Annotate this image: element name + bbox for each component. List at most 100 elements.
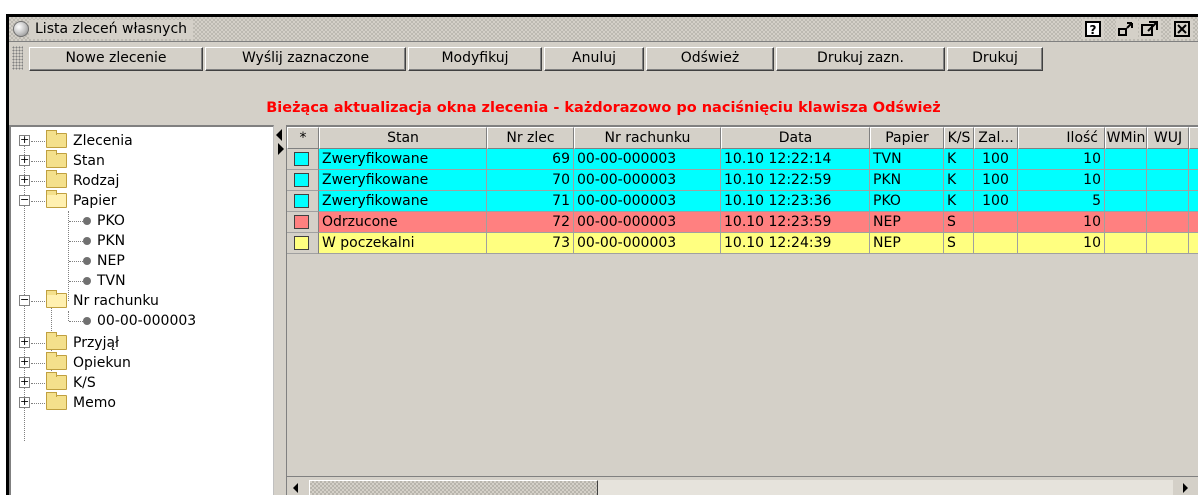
column-header-ks[interactable]: K/S: [944, 127, 974, 149]
cell-nr-zlec[interactable]: 71: [487, 191, 574, 212]
row-indicator[interactable]: [287, 191, 319, 212]
cell-zal[interactable]: [974, 212, 1018, 233]
cell-nr-rachunku[interactable]: 00-00-000003: [574, 191, 721, 212]
row-indicator[interactable]: [287, 149, 319, 170]
cell-data[interactable]: 10.10 12:23:59: [721, 212, 870, 233]
cell-zal[interactable]: 100: [974, 191, 1018, 212]
table-row[interactable]: Zweryfikowane 69 00-00-000003 10.10 12:2…: [287, 149, 1198, 170]
cell-wuj[interactable]: [1147, 191, 1189, 212]
expand-icon[interactable]: +: [19, 174, 30, 186]
cell-nr-zlec[interactable]: 70: [487, 170, 574, 191]
expand-icon[interactable]: +: [19, 134, 30, 146]
cell-data[interactable]: 10.10 12:22:59: [721, 170, 870, 191]
maximize-button[interactable]: [1139, 19, 1161, 39]
cell-wmin[interactable]: [1105, 233, 1147, 254]
cell-stan[interactable]: Zweryfikowane: [319, 170, 487, 191]
cell-stan[interactable]: W poczekalni: [319, 233, 487, 254]
title-bar[interactable]: Lista zleceń własnych ?: [9, 17, 1198, 42]
panel-splitter[interactable]: [274, 125, 286, 495]
cell-ilosc[interactable]: 10: [1018, 233, 1105, 254]
cell-zal[interactable]: 100: [974, 149, 1018, 170]
new-order-button[interactable]: Nowe zlecenie: [29, 47, 203, 71]
cell-wuj[interactable]: [1147, 233, 1189, 254]
modify-button[interactable]: Modyfikuj: [408, 47, 542, 71]
cell-ks[interactable]: S: [944, 212, 974, 233]
cell-wuj[interactable]: [1147, 149, 1189, 170]
scroll-left-icon[interactable]: [289, 480, 305, 495]
row-indicator[interactable]: [287, 170, 319, 191]
close-button[interactable]: [1171, 19, 1193, 39]
cell-wmin[interactable]: [1105, 212, 1147, 233]
collapse-icon[interactable]: −: [19, 294, 30, 306]
refresh-button[interactable]: Odśwież: [646, 47, 774, 71]
cell-wmin[interactable]: [1105, 149, 1147, 170]
cell-ks[interactable]: K: [944, 149, 974, 170]
cell-ks[interactable]: S: [944, 233, 974, 254]
cell-papier[interactable]: NEP: [870, 212, 944, 233]
cell-wmin[interactable]: [1105, 191, 1147, 212]
cell-zal[interactable]: 100: [974, 170, 1018, 191]
cell-data[interactable]: 10.10 12:22:14: [721, 149, 870, 170]
column-header-zal[interactable]: Zal...: [974, 127, 1018, 149]
cell-ks[interactable]: K: [944, 191, 974, 212]
cell-wuj[interactable]: [1147, 212, 1189, 233]
cell-ilosc[interactable]: 10: [1018, 212, 1105, 233]
cell-nr-zlec[interactable]: 69: [487, 149, 574, 170]
cell-ilosc[interactable]: 10: [1018, 149, 1105, 170]
row-indicator[interactable]: [287, 212, 319, 233]
column-header-data[interactable]: Data: [721, 127, 870, 149]
toolbar-grip[interactable]: [12, 46, 23, 70]
cell-nr-zlec[interactable]: 73: [487, 233, 574, 254]
restore-button[interactable]: [1116, 19, 1138, 39]
table-row[interactable]: Odrzucone 72 00-00-000003 10.10 12:23:59…: [287, 212, 1198, 233]
expand-icon[interactable]: +: [19, 396, 30, 408]
cell-nr-rachunku[interactable]: 00-00-000003: [574, 149, 721, 170]
expand-icon[interactable]: +: [19, 154, 30, 166]
horizontal-scrollbar[interactable]: [287, 476, 1198, 495]
filter-tree[interactable]: + Zlecenia + Stan + Rodzaj − Papier PKO …: [9, 125, 274, 495]
cell-data[interactable]: 10.10 12:24:39: [721, 233, 870, 254]
cell-papier[interactable]: NEP: [870, 233, 944, 254]
table-row[interactable]: W poczekalni 73 00-00-000003 10.10 12:24…: [287, 233, 1198, 254]
cell-nr-rachunku[interactable]: 00-00-000003: [574, 170, 721, 191]
column-header-nr-rachunku[interactable]: Nr rachunku: [574, 127, 721, 149]
cell-nr-rachunku[interactable]: 00-00-000003: [574, 212, 721, 233]
column-header-papier[interactable]: Papier: [870, 127, 944, 149]
cell-papier[interactable]: TVN: [870, 149, 944, 170]
cell-data[interactable]: 10.10 12:23:36: [721, 191, 870, 212]
expand-icon[interactable]: +: [19, 336, 30, 348]
cell-stan[interactable]: Zweryfikowane: [319, 191, 487, 212]
collapse-icon[interactable]: −: [19, 194, 30, 206]
expand-icon[interactable]: +: [19, 356, 30, 368]
cell-ks[interactable]: K: [944, 170, 974, 191]
cell-papier[interactable]: PKN: [870, 170, 944, 191]
column-header-wuj[interactable]: WUJ: [1147, 127, 1189, 149]
expand-right-icon[interactable]: [278, 143, 284, 155]
print-button[interactable]: Drukuj: [947, 47, 1043, 71]
cell-nr-rachunku[interactable]: 00-00-000003: [574, 233, 721, 254]
scroll-thumb[interactable]: [309, 480, 598, 495]
cell-wuj[interactable]: [1147, 170, 1189, 191]
row-indicator[interactable]: [287, 233, 319, 254]
column-header-wmin[interactable]: WMin: [1105, 127, 1147, 149]
send-selected-button[interactable]: Wyślij zaznaczone: [205, 47, 406, 71]
cell-nr-zlec[interactable]: 72: [487, 212, 574, 233]
expand-icon[interactable]: +: [19, 376, 30, 388]
table-row[interactable]: Zweryfikowane 71 00-00-000003 10.10 12:2…: [287, 191, 1198, 212]
cell-zal[interactable]: [974, 233, 1018, 254]
cancel-button[interactable]: Anuluj: [544, 47, 644, 71]
column-header-ilosc[interactable]: Ilość: [1018, 127, 1105, 149]
collapse-left-icon[interactable]: [276, 129, 282, 141]
column-header-stan[interactable]: Stan: [319, 127, 487, 149]
help-button[interactable]: ?: [1082, 19, 1104, 39]
table-row[interactable]: Zweryfikowane 70 00-00-000003 10.10 12:2…: [287, 170, 1198, 191]
orders-grid[interactable]: * Stan Nr zlec Nr rachunku Data Papier K…: [286, 125, 1198, 495]
column-header-nr-zlec[interactable]: Nr zlec: [487, 127, 574, 149]
print-selected-button[interactable]: Drukuj zazn.: [776, 47, 945, 71]
cell-stan[interactable]: Odrzucone: [319, 212, 487, 233]
cell-ilosc[interactable]: 10: [1018, 170, 1105, 191]
cell-wmin[interactable]: [1105, 170, 1147, 191]
cell-ilosc[interactable]: 5: [1018, 191, 1105, 212]
cell-stan[interactable]: Zweryfikowane: [319, 149, 487, 170]
cell-papier[interactable]: PKO: [870, 191, 944, 212]
